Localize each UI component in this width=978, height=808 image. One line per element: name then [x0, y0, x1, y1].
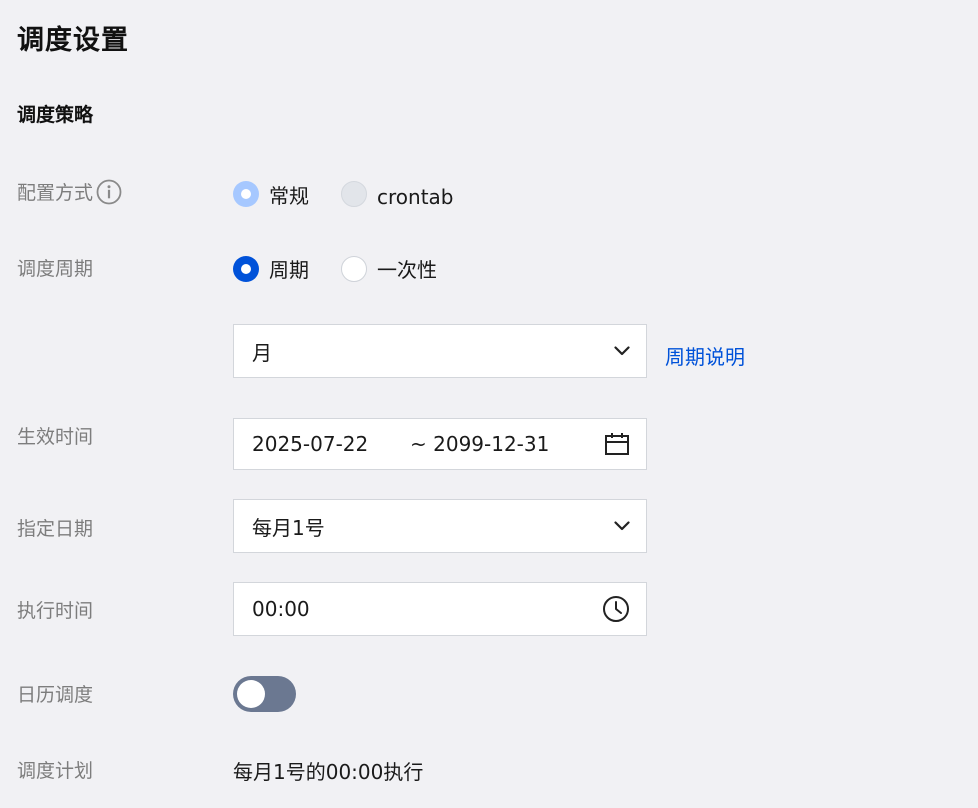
chevron-down-icon[interactable] — [614, 346, 630, 356]
schedule-cycle-label-text: 调度周期 — [17, 258, 94, 280]
config-method-label: 配置方式 — [17, 182, 94, 204]
schedule-cycle-option-periodic[interactable]: 周期 — [233, 254, 309, 283]
calendar-schedule-label: 日历调度 — [17, 680, 93, 707]
date-range-start[interactable]: 2025-07-22 — [252, 432, 410, 456]
execute-time-value: 00:00 — [252, 597, 310, 621]
config-method-option-regular[interactable]: 常规 — [233, 180, 309, 209]
section-title: 调度策略 — [17, 104, 94, 126]
toggle-knob — [237, 680, 265, 708]
radio-label: crontab — [377, 185, 454, 209]
effective-time-label-text: 生效时间 — [17, 426, 94, 448]
calendar-schedule-label-text: 日历调度 — [17, 684, 94, 706]
chevron-down-icon[interactable] — [614, 521, 630, 531]
period-select-value: 月 — [252, 340, 272, 365]
schedule-plan-value: 每月1号的00:00执行 — [233, 760, 424, 784]
radio-label: 常规 — [269, 183, 309, 208]
date-range-end[interactable]: ~ 2099-12-31 — [410, 432, 604, 456]
config-method-row-label: 配置方式 — [17, 178, 122, 205]
clock-icon[interactable] — [602, 595, 630, 623]
info-icon[interactable] — [96, 179, 122, 205]
execute-time-label-text: 执行时间 — [17, 600, 94, 622]
radio-circle-checked[interactable] — [233, 255, 259, 282]
schedule-cycle-option-once[interactable]: 一次性 — [341, 254, 437, 283]
radio-circle-empty[interactable] — [341, 255, 367, 282]
config-method-radio-group: 常规 crontab — [233, 179, 485, 209]
schedule-plan-label-text: 调度计划 — [17, 760, 94, 782]
specified-date-label-text: 指定日期 — [17, 518, 94, 540]
config-method-option-crontab[interactable]: crontab — [341, 179, 453, 209]
radio-label: 一次性 — [377, 258, 437, 282]
execute-time-label: 执行时间 — [17, 596, 93, 623]
effective-date-range-picker[interactable]: 2025-07-22 ~ 2099-12-31 — [233, 418, 647, 470]
specified-date-value: 每月1号 — [252, 515, 325, 540]
calendar-icon[interactable] — [604, 431, 630, 457]
page-title: 调度设置 — [17, 25, 129, 56]
radio-label: 周期 — [269, 258, 309, 282]
schedule-cycle-label: 调度周期 — [17, 254, 93, 281]
schedule-cycle-radio-group: 周期 一次性 — [233, 254, 469, 283]
calendar-schedule-toggle[interactable] — [233, 676, 296, 712]
effective-time-label: 生效时间 — [17, 422, 93, 449]
specified-date-label: 指定日期 — [17, 514, 93, 541]
schedule-plan-label: 调度计划 — [17, 756, 93, 783]
radio-circle-disabled[interactable] — [341, 181, 367, 207]
radio-circle-checked[interactable] — [233, 181, 259, 207]
specified-date-select[interactable]: 每月1号 — [233, 499, 647, 553]
period-select[interactable]: 月 — [233, 324, 647, 378]
execute-time-picker[interactable]: 00:00 — [233, 582, 647, 636]
period-help-link[interactable]: 周期说明 — [665, 341, 745, 370]
